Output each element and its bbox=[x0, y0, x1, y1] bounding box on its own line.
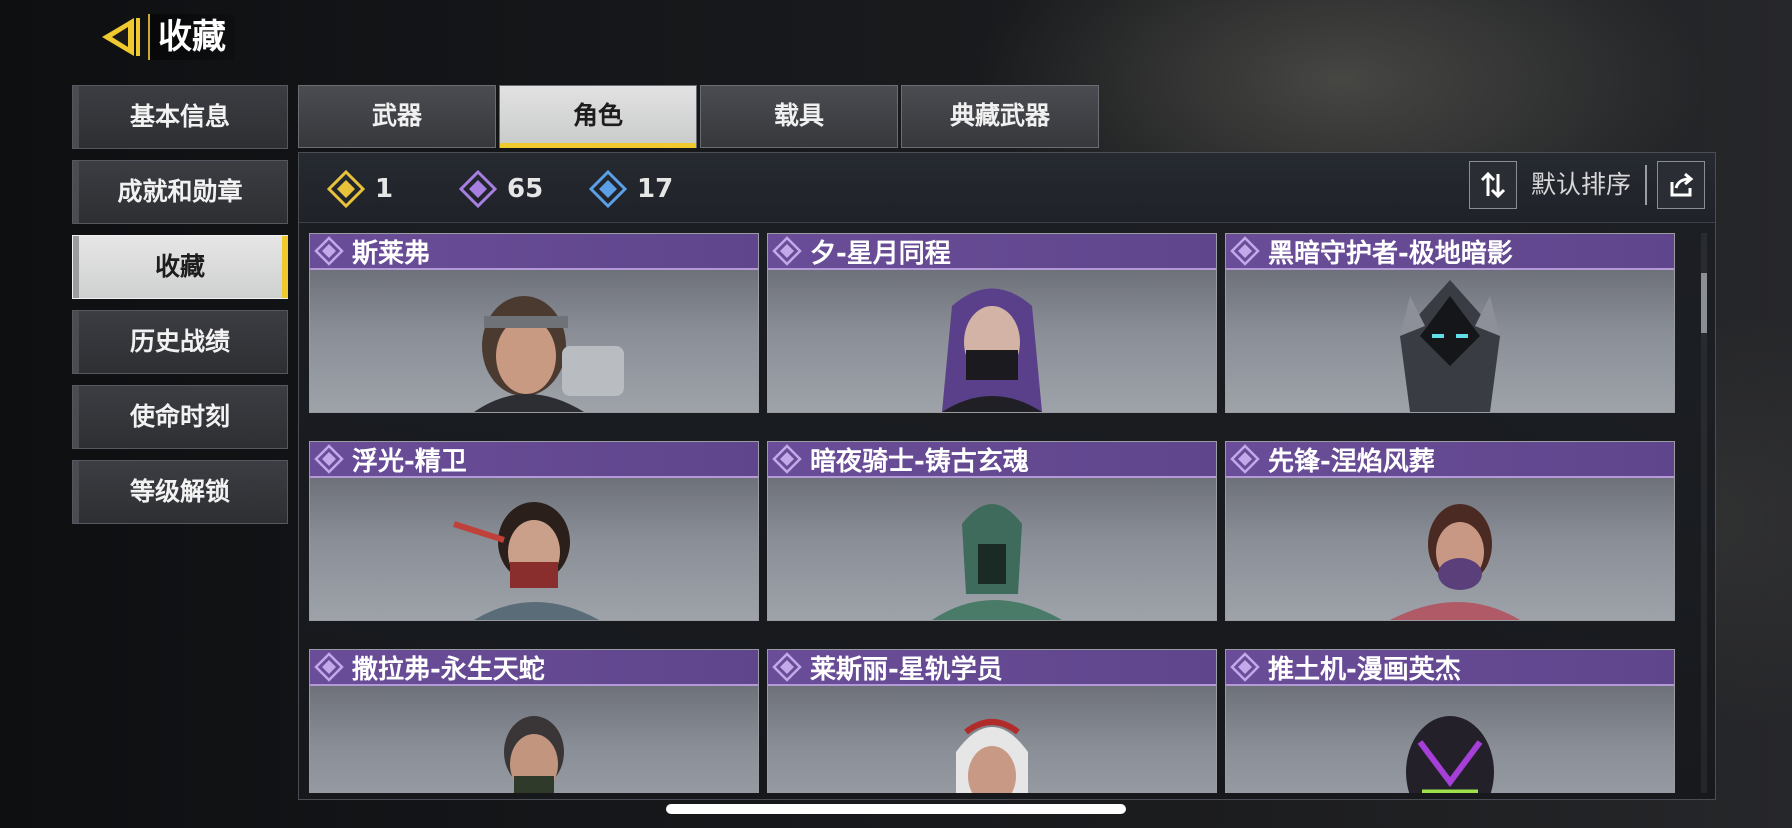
purple-diamond-icon bbox=[772, 444, 802, 474]
character-portrait bbox=[956, 719, 1028, 793]
gold-count-value: 1 bbox=[375, 174, 394, 204]
swap-vertical-icon bbox=[1480, 171, 1506, 199]
tab-legendary-weapons[interactable]: 典藏武器 bbox=[901, 85, 1099, 148]
sidebar-item-basic-info[interactable]: 基本信息 bbox=[72, 85, 288, 149]
tab-weapons[interactable]: 武器 bbox=[298, 85, 496, 148]
character-card[interactable]: 斯莱弗 bbox=[309, 233, 759, 413]
blue-count-value: 17 bbox=[637, 174, 674, 204]
character-card[interactable]: 先锋-涅焰风葬 bbox=[1225, 441, 1675, 621]
character-grid: 斯莱弗 夕-星月同程 黑暗守护者-极地暗影 浮光-精卫 暗夜骑士-铸古玄魂 先锋… bbox=[309, 233, 1687, 793]
sidebar-item-label: 收藏 bbox=[154, 252, 205, 281]
gold-count: 1 bbox=[327, 169, 393, 209]
sidebar-item-label: 等级解锁 bbox=[129, 477, 230, 506]
sort-toggle-button[interactable] bbox=[1469, 161, 1517, 209]
sidebar: 基本信息 成就和勋章 收藏 历史战绩 使命时刻 等级解锁 bbox=[72, 85, 288, 535]
card-name: 莱斯丽-星轨学员 bbox=[810, 654, 1003, 685]
character-portrait bbox=[504, 716, 564, 793]
character-portrait bbox=[942, 288, 1042, 412]
tab-characters[interactable]: 角色 bbox=[499, 85, 697, 148]
purple-diamond-icon bbox=[459, 170, 497, 208]
purple-diamond-icon bbox=[772, 236, 802, 266]
card-header: 暗夜骑士-铸古玄魂 bbox=[768, 442, 1216, 478]
sidebar-item-label: 成就和勋章 bbox=[117, 177, 243, 206]
card-header: 推土机-漫画英杰 bbox=[1226, 650, 1674, 686]
purple-diamond-icon bbox=[1230, 652, 1260, 682]
sidebar-item-mission-moments[interactable]: 使命时刻 bbox=[72, 385, 288, 449]
sidebar-item-label: 使命时刻 bbox=[129, 402, 230, 431]
purple-diamond-icon bbox=[772, 652, 802, 682]
purple-diamond-icon bbox=[1230, 444, 1260, 474]
blue-diamond-icon bbox=[589, 170, 627, 208]
collection-panel: 1 65 17 默认排序 斯莱弗 夕-星月同程 黑暗守护者-极地暗影 浮光-精卫… bbox=[298, 152, 1716, 800]
character-card[interactable]: 撒拉弗-永生天蛇 bbox=[309, 649, 759, 793]
sort-label[interactable]: 默认排序 bbox=[1531, 161, 1631, 209]
card-header: 夕-星月同程 bbox=[768, 234, 1216, 270]
share-icon bbox=[1670, 172, 1694, 197]
card-header: 先锋-涅焰风葬 bbox=[1226, 442, 1674, 478]
character-card[interactable]: 莱斯丽-星轨学员 bbox=[767, 649, 1217, 793]
card-name: 黑暗守护者-极地暗影 bbox=[1268, 238, 1513, 269]
purple-count: 65 bbox=[459, 169, 543, 209]
card-header: 斯莱弗 bbox=[310, 234, 758, 270]
card-name: 推土机-漫画英杰 bbox=[1268, 654, 1461, 685]
character-card[interactable]: 暗夜骑士-铸古玄魂 bbox=[767, 441, 1217, 621]
character-portrait bbox=[1390, 504, 1520, 620]
purple-count-value: 65 bbox=[507, 174, 544, 204]
sidebar-item-label: 基本信息 bbox=[129, 102, 230, 131]
grid-scrollbar[interactable] bbox=[1701, 233, 1707, 793]
purple-diamond-icon bbox=[314, 444, 344, 474]
card-header: 黑暗守护者-极地暗影 bbox=[1226, 234, 1674, 270]
sidebar-item-label: 历史战绩 bbox=[129, 327, 230, 356]
character-portrait bbox=[932, 504, 1062, 620]
card-name: 暗夜骑士-铸古玄魂 bbox=[810, 446, 1029, 477]
sidebar-item-collection[interactable]: 收藏 bbox=[72, 235, 288, 299]
share-button[interactable] bbox=[1657, 161, 1705, 209]
character-portrait bbox=[1400, 280, 1500, 412]
sidebar-item-achievements[interactable]: 成就和勋章 bbox=[72, 160, 288, 224]
card-name: 斯莱弗 bbox=[352, 238, 431, 269]
character-card[interactable]: 夕-星月同程 bbox=[767, 233, 1217, 413]
panel-toolbar: 1 65 17 默认排序 bbox=[299, 153, 1715, 223]
divider bbox=[1645, 165, 1647, 205]
sidebar-item-history[interactable]: 历史战绩 bbox=[72, 310, 288, 374]
back-button[interactable] bbox=[98, 14, 142, 60]
card-name: 浮光-精卫 bbox=[352, 446, 467, 477]
purple-diamond-icon bbox=[314, 652, 344, 682]
gold-diamond-icon bbox=[327, 170, 365, 208]
home-indicator[interactable] bbox=[666, 804, 1126, 814]
scroll-thumb[interactable] bbox=[1701, 273, 1707, 333]
card-name: 夕-星月同程 bbox=[810, 238, 951, 269]
back-arrow-icon bbox=[102, 18, 140, 56]
card-header: 浮光-精卫 bbox=[310, 442, 758, 478]
character-card[interactable]: 浮光-精卫 bbox=[309, 441, 759, 621]
tab-vehicles[interactable]: 载具 bbox=[700, 85, 898, 148]
purple-diamond-icon bbox=[1230, 236, 1260, 266]
purple-diamond-icon bbox=[314, 236, 344, 266]
category-tabs: 武器 角色 载具 典藏武器 bbox=[298, 85, 1102, 148]
page-title: 收藏 bbox=[148, 14, 234, 60]
character-portrait bbox=[1406, 716, 1494, 793]
character-card[interactable]: 推土机-漫画英杰 bbox=[1225, 649, 1675, 793]
blue-count: 17 bbox=[589, 169, 673, 209]
sidebar-item-level-unlock[interactable]: 等级解锁 bbox=[72, 460, 288, 524]
card-name: 撒拉弗-永生天蛇 bbox=[352, 654, 545, 685]
character-card[interactable]: 黑暗守护者-极地暗影 bbox=[1225, 233, 1675, 413]
character-portrait bbox=[474, 296, 624, 412]
card-header: 撒拉弗-永生天蛇 bbox=[310, 650, 758, 686]
card-name: 先锋-涅焰风葬 bbox=[1268, 446, 1435, 477]
card-header: 莱斯丽-星轨学员 bbox=[768, 650, 1216, 686]
character-portrait bbox=[453, 502, 599, 620]
